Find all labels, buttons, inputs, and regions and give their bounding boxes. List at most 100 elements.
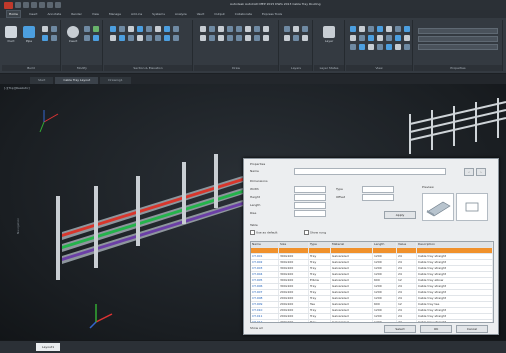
tool-icon[interactable] [42,35,48,41]
layer-button[interactable]: Layer [322,26,336,46]
tool-icon[interactable] [146,35,152,41]
tool-icon[interactable] [51,35,57,41]
checkbox-default[interactable]: Use as default [250,230,277,235]
tool-icon[interactable] [245,35,251,41]
part-link[interactable]: CT-004 [251,272,279,277]
checkbox-rung[interactable]: Show rung [304,230,326,235]
tool-icon[interactable] [155,26,161,32]
redo-icon[interactable] [47,2,53,8]
column-header[interactable]: Size [279,242,309,247]
table-row[interactable]: CT-012 200x100 Tray Galvanized 1200 24 Cable t… [251,320,493,322]
tool-icon[interactable] [302,26,308,32]
tool-icon[interactable] [254,26,260,32]
tool-icon[interactable] [284,26,290,32]
tool-icon[interactable] [227,26,233,32]
ribbon-tab-vault[interactable]: Vault [195,11,207,17]
height-field[interactable] [294,194,326,201]
tool-icon[interactable] [386,26,392,32]
tool-icon[interactable] [84,26,90,32]
tool-icon[interactable] [164,35,170,41]
tool-icon[interactable] [137,26,143,32]
tool-icon[interactable] [377,26,383,32]
tool-icon[interactable] [93,26,99,32]
file-tab[interactable]: Start [30,77,54,84]
ribbon-tab-systems[interactable]: Systems [150,11,167,17]
tool-icon[interactable] [404,44,410,50]
part-link[interactable]: CT-005 [251,278,279,283]
tool-icon[interactable] [395,44,401,50]
tool-icon[interactable] [386,35,392,41]
tool-icon[interactable] [368,44,374,50]
part-link[interactable]: CT-009 [251,302,279,307]
save-icon[interactable] [31,2,37,8]
color-dropdown[interactable] [418,28,498,34]
tool-icon[interactable] [350,26,356,32]
file-tab[interactable]: Cable Tray Layout [55,77,99,84]
duct-button[interactable]: Duct [4,26,18,46]
linetype-dropdown[interactable] [418,36,498,42]
column-header[interactable]: Material [331,242,373,247]
tool-icon[interactable] [377,44,383,50]
tool-icon[interactable] [263,35,269,41]
tool-icon[interactable] [284,35,290,41]
type-field[interactable] [362,186,394,193]
undo-icon[interactable] [39,2,45,8]
tool-icon[interactable] [119,35,125,41]
ribbon-tab-render[interactable]: Render [69,11,84,17]
part-link[interactable]: CT-008 [251,296,279,301]
column-header[interactable]: Length [373,242,397,247]
ribbon-tab-insert[interactable]: Insert [27,11,40,17]
part-link[interactable]: CT-001 [251,254,279,259]
file-tab[interactable]: Drawing1 [100,77,131,84]
app-logo-icon[interactable] [4,1,13,9]
ribbon-tab-view[interactable]: View [90,11,101,17]
insert-button[interactable]: Insert [66,26,80,46]
tool-icon[interactable] [350,35,356,41]
tool-icon[interactable] [146,26,152,32]
tool-icon[interactable] [164,26,170,32]
tool-icon[interactable] [155,35,161,41]
column-header[interactable]: Type [309,242,331,247]
tool-icon[interactable] [263,26,269,32]
offset-field[interactable] [362,194,394,201]
ok-button[interactable]: OK [420,325,452,333]
ribbon-tab-manage[interactable]: Manage [107,11,123,17]
tool-icon[interactable] [137,35,143,41]
tool-icon[interactable] [173,35,179,41]
tool-icon[interactable] [110,26,116,32]
column-header[interactable]: Value [397,242,417,247]
width-field[interactable] [294,186,326,193]
tool-icon[interactable] [359,44,365,50]
green-tray[interactable] [62,184,262,249]
part-link[interactable]: CT-010 [251,308,279,313]
tool-icon[interactable] [245,26,251,32]
nav-next-button[interactable]: › [476,168,486,176]
tool-icon[interactable] [119,26,125,32]
tool-icon[interactable] [377,35,383,41]
ribbon-tab-analyze[interactable]: Analyze [173,11,189,17]
tool-icon[interactable] [368,26,374,32]
tool-icon[interactable] [359,35,365,41]
tool-icon[interactable] [302,35,308,41]
tool-icon[interactable] [368,35,374,41]
ribbon-tab-annotate[interactable]: Annotate [45,11,63,17]
plot-icon[interactable] [55,2,61,8]
tool-icon[interactable] [51,26,57,32]
name-field[interactable] [294,168,446,175]
tool-icon[interactable] [395,35,401,41]
column-header[interactable]: Description [417,242,493,247]
tool-icon[interactable] [227,35,233,41]
tool-icon[interactable] [218,26,224,32]
tool-icon[interactable] [110,35,116,41]
tool-icon[interactable] [395,26,401,32]
lineweight-dropdown[interactable] [418,44,498,50]
tool-icon[interactable] [93,35,99,41]
part-link[interactable]: CT-007 [251,290,279,295]
select-button[interactable]: Select [384,325,416,333]
rise-field[interactable] [294,210,326,217]
part-link[interactable]: CT-002 [251,260,279,265]
apply-button[interactable]: Apply [384,211,416,219]
ribbon-tab-collaborate[interactable]: Collaborate [233,11,254,17]
tool-icon[interactable] [404,26,410,32]
tool-icon[interactable] [173,26,179,32]
